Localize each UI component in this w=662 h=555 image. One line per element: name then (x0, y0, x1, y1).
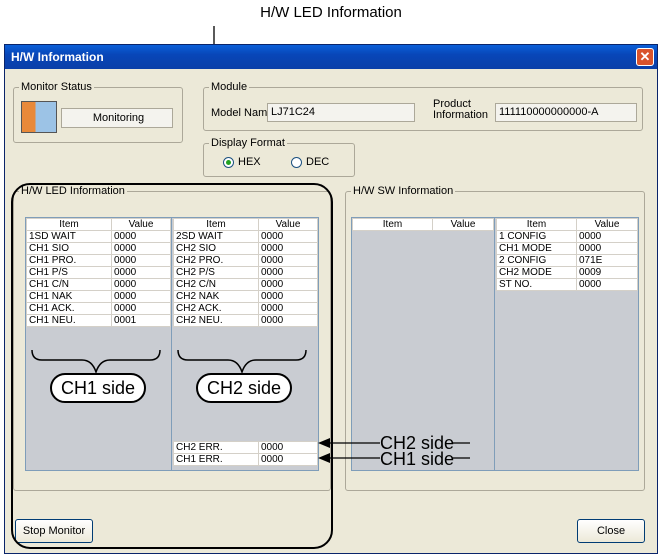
ch1-side-label: CH1 side (380, 449, 455, 469)
annotation-overlay (11, 183, 470, 549)
ch1-side-callout: CH1 side (50, 373, 146, 403)
ch2-side-callout: CH2 side (196, 373, 292, 403)
